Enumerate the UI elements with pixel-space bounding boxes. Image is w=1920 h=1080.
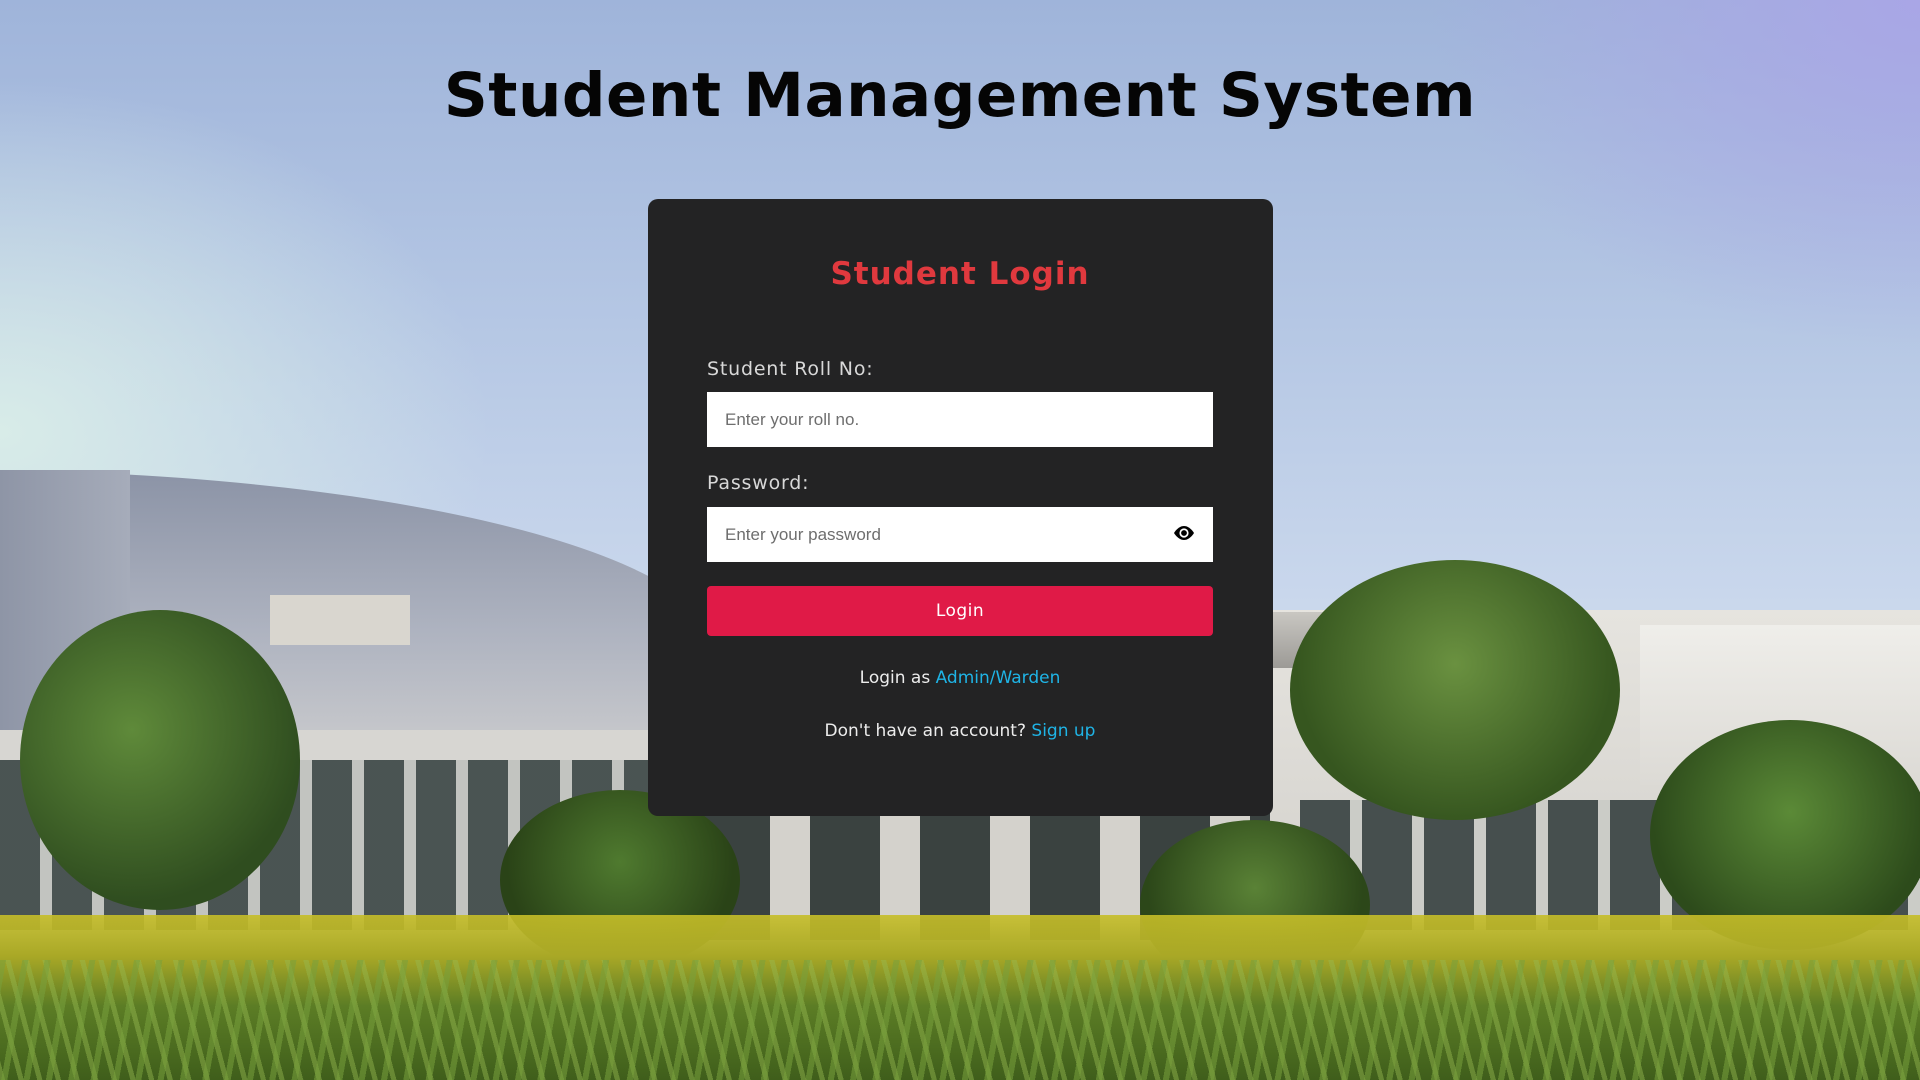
page-title: Student Management System xyxy=(443,60,1477,131)
admin-login-prompt: Login as xyxy=(859,668,936,688)
password-input[interactable] xyxy=(707,507,1213,562)
signup-link[interactable]: Sign up xyxy=(1031,721,1095,741)
admin-login-line: Login as Admin/Warden xyxy=(0,668,1920,688)
roll-no-label: Student Roll No: xyxy=(707,358,874,380)
signup-prompt: Don't have an account? xyxy=(824,721,1032,741)
signup-line: Don't have an account? Sign up xyxy=(0,721,1920,741)
roll-no-input[interactable] xyxy=(707,392,1213,447)
building-roof-structure xyxy=(270,595,410,645)
admin-warden-link[interactable]: Admin/Warden xyxy=(936,668,1061,688)
password-label: Password: xyxy=(707,472,810,494)
tree xyxy=(20,610,300,910)
garden-plants xyxy=(0,960,1920,1080)
eye-icon[interactable] xyxy=(1172,524,1196,542)
login-card-title: Student Login xyxy=(830,256,1090,292)
login-button[interactable]: Login xyxy=(707,586,1213,636)
tree xyxy=(1290,560,1620,820)
